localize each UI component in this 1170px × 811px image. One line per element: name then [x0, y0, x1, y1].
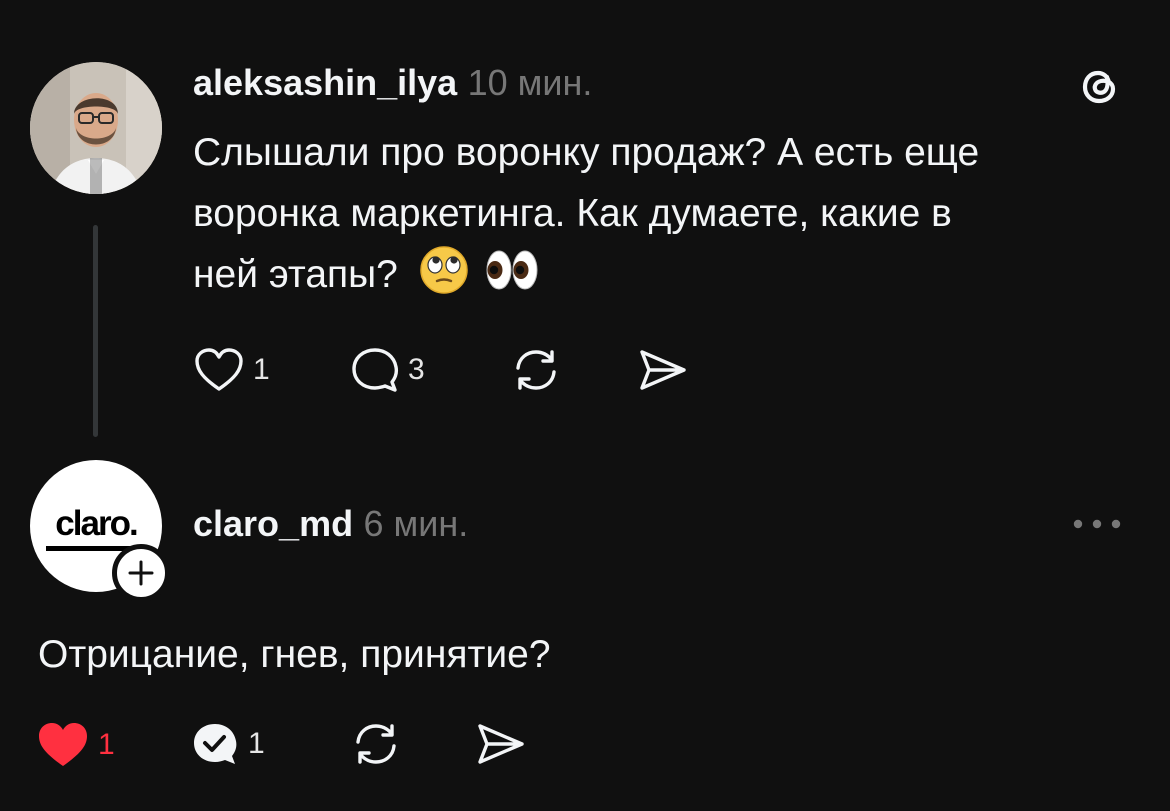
reply-like-count: 1 [98, 728, 115, 761]
reply-body: Отрицание, гнев, принятие? [38, 633, 551, 676]
threads-logo-icon[interactable] [1076, 62, 1124, 115]
heart-icon [195, 348, 243, 391]
heart-filled-icon [39, 723, 87, 766]
avatar-aleksashin-ilya[interactable] [30, 62, 162, 194]
comment-bubble-icon [352, 348, 399, 392]
send-icon [478, 724, 524, 764]
thread-connector-line [93, 225, 98, 437]
plus-icon [128, 560, 154, 586]
reply-count: 3 [408, 353, 425, 386]
ellipsis-icon [1073, 519, 1121, 529]
avatar-photo [30, 62, 162, 194]
post-header: aleksashin_ilya 10 мин. [193, 62, 592, 104]
avatar-logo-text: claro. [55, 504, 138, 543]
post-body: Слышали про воронку продаж? А есть еще в… [193, 122, 1143, 313]
post-timestamp: 10 мин. [467, 62, 593, 103]
reply-button[interactable]: 3 [350, 346, 425, 394]
send-icon [640, 350, 686, 390]
reply-header: claro_md 6 мин. [193, 503, 468, 545]
repost-icon [356, 724, 396, 764]
follow-button[interactable] [112, 544, 170, 602]
repost-button[interactable] [510, 346, 562, 399]
replied-bubble-icon [194, 724, 237, 764]
rolling-eyes-emoji-icon [419, 245, 469, 313]
like-button[interactable]: 1 [193, 346, 270, 394]
post-text-line-3: ней этапы? [193, 244, 1143, 313]
like-count: 1 [253, 353, 270, 386]
reply-repost-button[interactable] [350, 720, 402, 773]
reply-share-button[interactable] [474, 720, 528, 773]
post-text-line-1: Слышали про воронку продаж? А есть еще [193, 131, 980, 174]
reply-timestamp: 6 мин. [363, 503, 469, 544]
reply-username[interactable]: claro_md [193, 503, 353, 544]
eyes-emoji-icon [484, 245, 540, 313]
reply-reply-button[interactable]: 1 [190, 720, 265, 768]
post-username[interactable]: aleksashin_ilya [193, 62, 457, 103]
post-text-line-3-text: ней этапы? [193, 253, 398, 296]
share-button[interactable] [636, 346, 690, 399]
post-text-line-2: воронка маркетинга. Как думаете, какие в [193, 192, 952, 235]
more-options-button[interactable] [1070, 512, 1124, 541]
repost-icon [516, 350, 556, 390]
reply-like-button[interactable]: 1 [36, 720, 115, 770]
reply-reply-count: 1 [248, 727, 265, 760]
